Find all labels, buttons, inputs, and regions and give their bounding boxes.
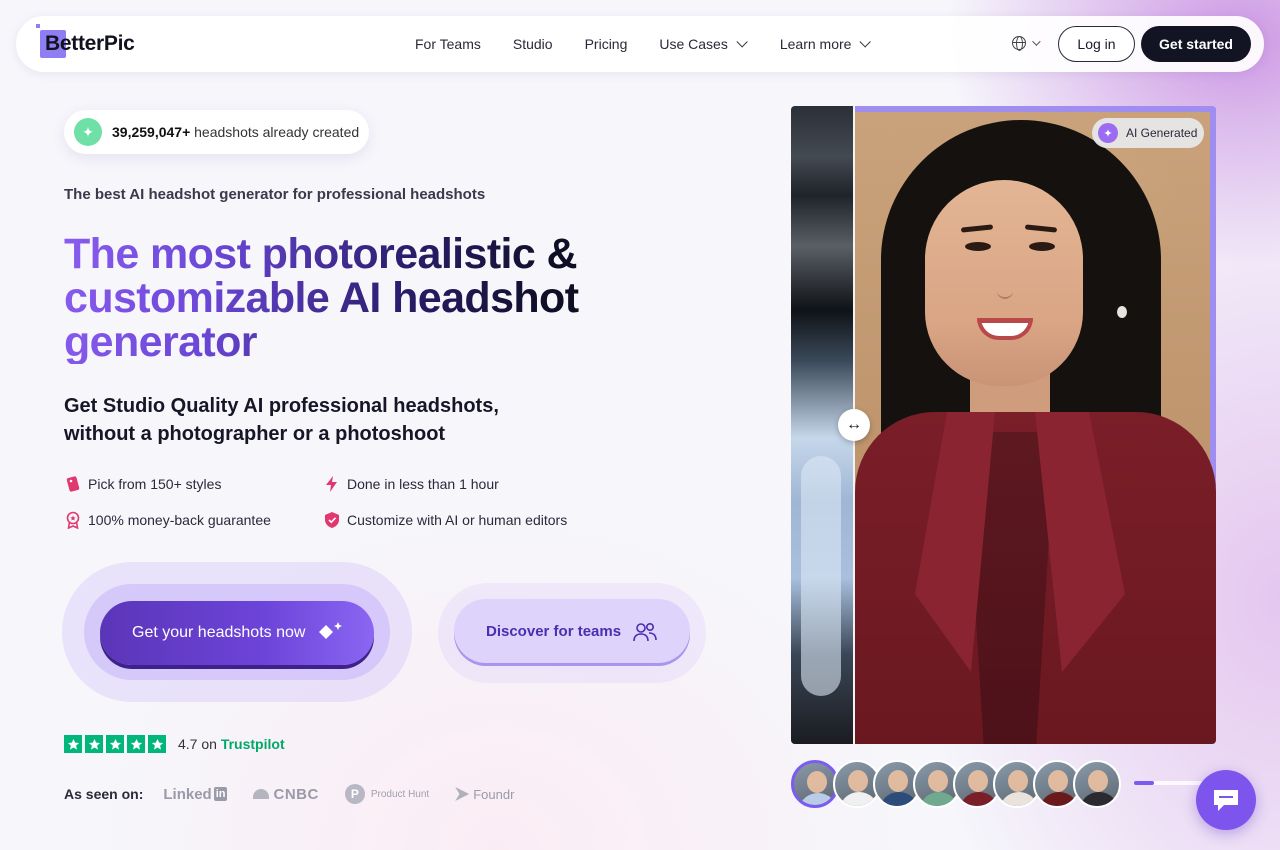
portrait-earring	[1117, 306, 1127, 318]
portrait-eye	[965, 242, 991, 251]
eyebrow-text: The best AI headshot generator for profe…	[64, 186, 486, 203]
feature-label: Pick from 150+ styles	[88, 476, 222, 492]
trustpilot-rating[interactable]: 4.7 on Trustpilot	[64, 735, 285, 753]
feature-label: Customize with AI or human editors	[347, 512, 568, 528]
foundr-logo: Foundr	[455, 787, 514, 802]
carousel-progress-fill	[1134, 781, 1154, 785]
cnbc-logo-text: CNBC	[273, 785, 319, 803]
rating-value: 4.7	[178, 736, 198, 752]
people-icon	[633, 622, 657, 642]
ai-generated-photo	[855, 106, 1216, 744]
arrows-horizontal-icon: ↔	[846, 416, 862, 433]
ai-generated-label: AI Generated	[1126, 126, 1198, 140]
medal-icon	[64, 511, 82, 529]
nav-learn-more-label: Learn more	[779, 36, 852, 52]
chevron-down-icon	[1032, 37, 1041, 46]
language-selector[interactable]	[1012, 36, 1041, 51]
login-button[interactable]: Log in	[1058, 26, 1135, 62]
feature-item: Customize with AI or human editors	[323, 510, 583, 530]
trustpilot-link[interactable]: Trustpilot	[221, 736, 285, 752]
nav-links: For Teams Studio Pricing Use Cases Learn…	[415, 16, 872, 72]
nav-use-cases-label: Use Cases	[659, 36, 728, 52]
portrait-mouth	[977, 318, 1033, 340]
star-icon	[148, 735, 166, 753]
rating-text: 4.7 on Trustpilot	[178, 736, 285, 752]
top-navbar: BetterPic For Teams Studio Pricing Use C…	[16, 16, 1264, 72]
sparkle-icon: ✦	[74, 118, 102, 146]
feature-label: Done in less than 1 hour	[347, 476, 499, 492]
nav-for-teams[interactable]: For Teams	[415, 36, 481, 52]
product-hunt-icon: P	[344, 784, 365, 804]
product-hunt-logo-text: Product Hunt	[370, 788, 430, 800]
headshot-thumbnail[interactable]	[791, 760, 839, 808]
feature-list: Pick from 150+ styles Done in less than …	[64, 474, 624, 530]
linkedin-logo-text: Linked	[163, 785, 212, 803]
shield-icon	[323, 511, 341, 529]
get-started-button[interactable]: Get started	[1141, 26, 1251, 62]
badge-label: headshots already created	[194, 124, 360, 140]
product-hunt-logo: P Product Hunt	[344, 784, 430, 804]
logo-text: BetterPic	[45, 32, 135, 55]
rating-on: on	[201, 736, 217, 752]
star-icon	[64, 735, 82, 753]
headshot-thumbnail[interactable]	[1073, 760, 1121, 808]
nav-pricing[interactable]: Pricing	[585, 36, 628, 52]
foundr-icon	[455, 787, 470, 801]
portrait-brow	[960, 224, 994, 233]
feature-item: Done in less than 1 hour	[323, 474, 583, 494]
feature-item: Pick from 150+ styles	[64, 474, 323, 494]
portrait-eye	[1029, 242, 1055, 251]
portrait-brow	[1024, 224, 1058, 233]
badge-count: 39,259,047+	[112, 124, 191, 140]
cnbc-logo: CNBC	[253, 786, 318, 803]
nav-studio[interactable]: Studio	[513, 36, 553, 52]
rating-stars	[64, 735, 166, 753]
linkedin-logo-in: in	[213, 787, 228, 801]
feature-label: 100% money-back guarantee	[88, 512, 271, 528]
chat-icon	[1214, 790, 1238, 811]
portrait-face	[925, 180, 1083, 386]
peacock-icon	[253, 789, 270, 799]
star-icon	[85, 735, 103, 753]
ai-generated-badge: ✦ AI Generated	[1092, 118, 1204, 148]
chevron-down-icon	[859, 36, 872, 48]
hero-subheading: Get Studio Quality AI professional heads…	[64, 392, 584, 448]
star-icon	[127, 735, 145, 753]
chevron-down-icon	[736, 36, 748, 48]
media-logos: Linked in CNBC P Product Hunt Foundr	[163, 784, 514, 804]
logo[interactable]: BetterPic	[36, 24, 170, 60]
globe-icon	[1012, 36, 1026, 51]
lightning-icon	[323, 475, 341, 493]
comparison-slider-handle[interactable]: ↔	[838, 409, 870, 441]
nav-use-cases[interactable]: Use Cases	[659, 36, 748, 52]
foundr-logo-text: Foundr	[473, 786, 515, 802]
headshot-thumbnails	[791, 760, 1121, 808]
discover-teams-label: Discover for teams	[486, 622, 622, 640]
tag-icon	[64, 475, 82, 493]
star-icon	[106, 735, 124, 753]
portrait-nose	[997, 275, 1013, 299]
as-seen-on-label: As seen on:	[64, 786, 144, 802]
discover-teams-button[interactable]: Discover for teams	[454, 599, 690, 663]
get-headshots-label: Get your headshots now	[132, 624, 306, 641]
badge-text: 39,259,047+ headshots already created	[112, 124, 359, 140]
page-title: The most photorealistic & customizable A…	[64, 232, 664, 364]
chat-button[interactable]	[1196, 770, 1256, 830]
feature-item: 100% money-back guarantee	[64, 510, 323, 530]
carousel-progress	[1134, 781, 1204, 785]
sparkle-icon: ✦	[1098, 123, 1118, 143]
get-headshots-button[interactable]: Get your headshots now	[100, 601, 374, 665]
as-seen-on: As seen on: Linked in CNBC P Product Hunt …	[64, 784, 514, 804]
subhead-line-2: without a photographer or a photoshoot	[64, 423, 446, 445]
nav-learn-more[interactable]: Learn more	[779, 36, 872, 52]
linkedin-logo: Linked in	[163, 785, 228, 803]
sparkle-icon	[319, 622, 342, 639]
subhead-line-1: Get Studio Quality AI professional heads…	[64, 395, 499, 417]
headshots-count-badge: ✦ 39,259,047+ headshots already created	[64, 110, 369, 154]
